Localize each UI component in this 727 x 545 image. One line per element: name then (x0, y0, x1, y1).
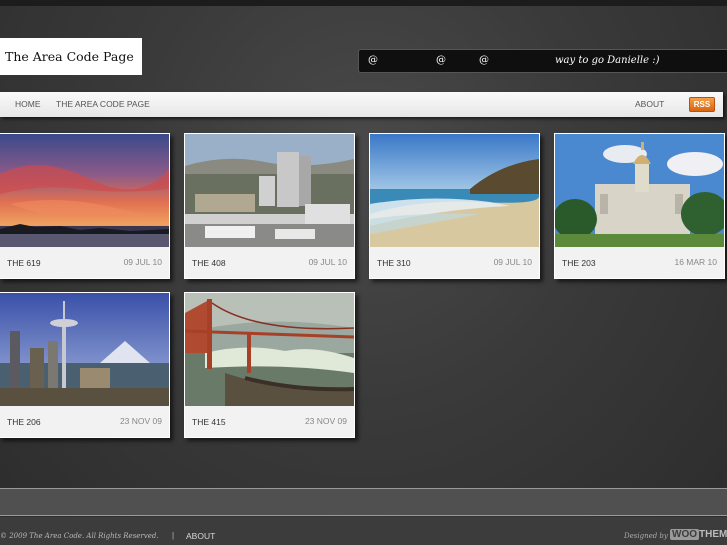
designed-by-text: Designed by (624, 532, 668, 540)
footer-about-link[interactable]: ABOUT (186, 531, 215, 541)
main-navigation: HOME THE AREA CODE PAGE ABOUT RSS (0, 92, 723, 117)
twitter-mention-1[interactable]: @ (368, 55, 378, 66)
site-title: The Area Code Page (5, 49, 134, 64)
twitter-bar: @ @ @ way to go Danielle :) (358, 49, 727, 73)
post-title[interactable]: THE 415 (192, 417, 226, 427)
themes-mark: THEMES (699, 529, 727, 540)
post-date: 23 NOV 09 (119, 416, 162, 426)
nav-area-code-page[interactable]: THE AREA CODE PAGE (56, 99, 150, 109)
top-strip (0, 0, 727, 6)
beach-coastline-photo[interactable] (370, 134, 539, 247)
post-title[interactable]: THE 310 (377, 258, 411, 268)
post-date: 09 JUL 10 (123, 257, 162, 267)
golden-gate-bridge-photo[interactable] (185, 293, 354, 406)
post-card[interactable]: THE 415 23 NOV 09 (184, 292, 355, 438)
post-date: 23 NOV 09 (304, 416, 347, 426)
tweet-text: way to go Danielle :) (555, 55, 660, 66)
post-card[interactable]: THE 203 16 MAR 10 (554, 133, 725, 279)
site-logo[interactable]: The Area Code Page (0, 38, 142, 75)
footer: © 2009 The Area Code. All Rights Reserve… (0, 517, 727, 545)
copyright-text: © 2009 The Area Code. All Rights Reserve… (0, 532, 159, 540)
nav-home[interactable]: HOME (15, 99, 41, 109)
woothemes-logo[interactable]: WOOTHEMES (670, 529, 727, 540)
post-card[interactable]: THE 619 09 JUL 10 (0, 133, 170, 279)
nav-about[interactable]: ABOUT (635, 99, 664, 109)
post-title[interactable]: THE 206 (7, 417, 41, 427)
city-skyline-photo[interactable] (185, 134, 354, 247)
space-needle-photo[interactable] (0, 293, 169, 406)
footer-separator: | (172, 531, 175, 540)
twitter-mention-2[interactable]: @ (436, 55, 446, 66)
post-card[interactable]: THE 310 09 JUL 10 (369, 133, 540, 279)
sunset-over-water-photo[interactable] (0, 134, 169, 247)
capitol-building-photo[interactable] (555, 134, 724, 247)
post-date: 09 JUL 10 (493, 257, 532, 267)
rss-button[interactable]: RSS (689, 97, 715, 112)
post-title[interactable]: THE 408 (192, 258, 226, 268)
post-title[interactable]: THE 619 (7, 258, 41, 268)
post-date: 09 JUL 10 (308, 257, 347, 267)
post-date: 16 MAR 10 (674, 257, 717, 267)
footer-band (0, 488, 727, 516)
post-card[interactable]: THE 408 09 JUL 10 (184, 133, 355, 279)
post-title[interactable]: THE 203 (562, 258, 596, 268)
post-card[interactable]: THE 206 23 NOV 09 (0, 292, 170, 438)
woo-mark: WOO (670, 529, 699, 540)
twitter-mention-3[interactable]: @ (479, 55, 489, 66)
